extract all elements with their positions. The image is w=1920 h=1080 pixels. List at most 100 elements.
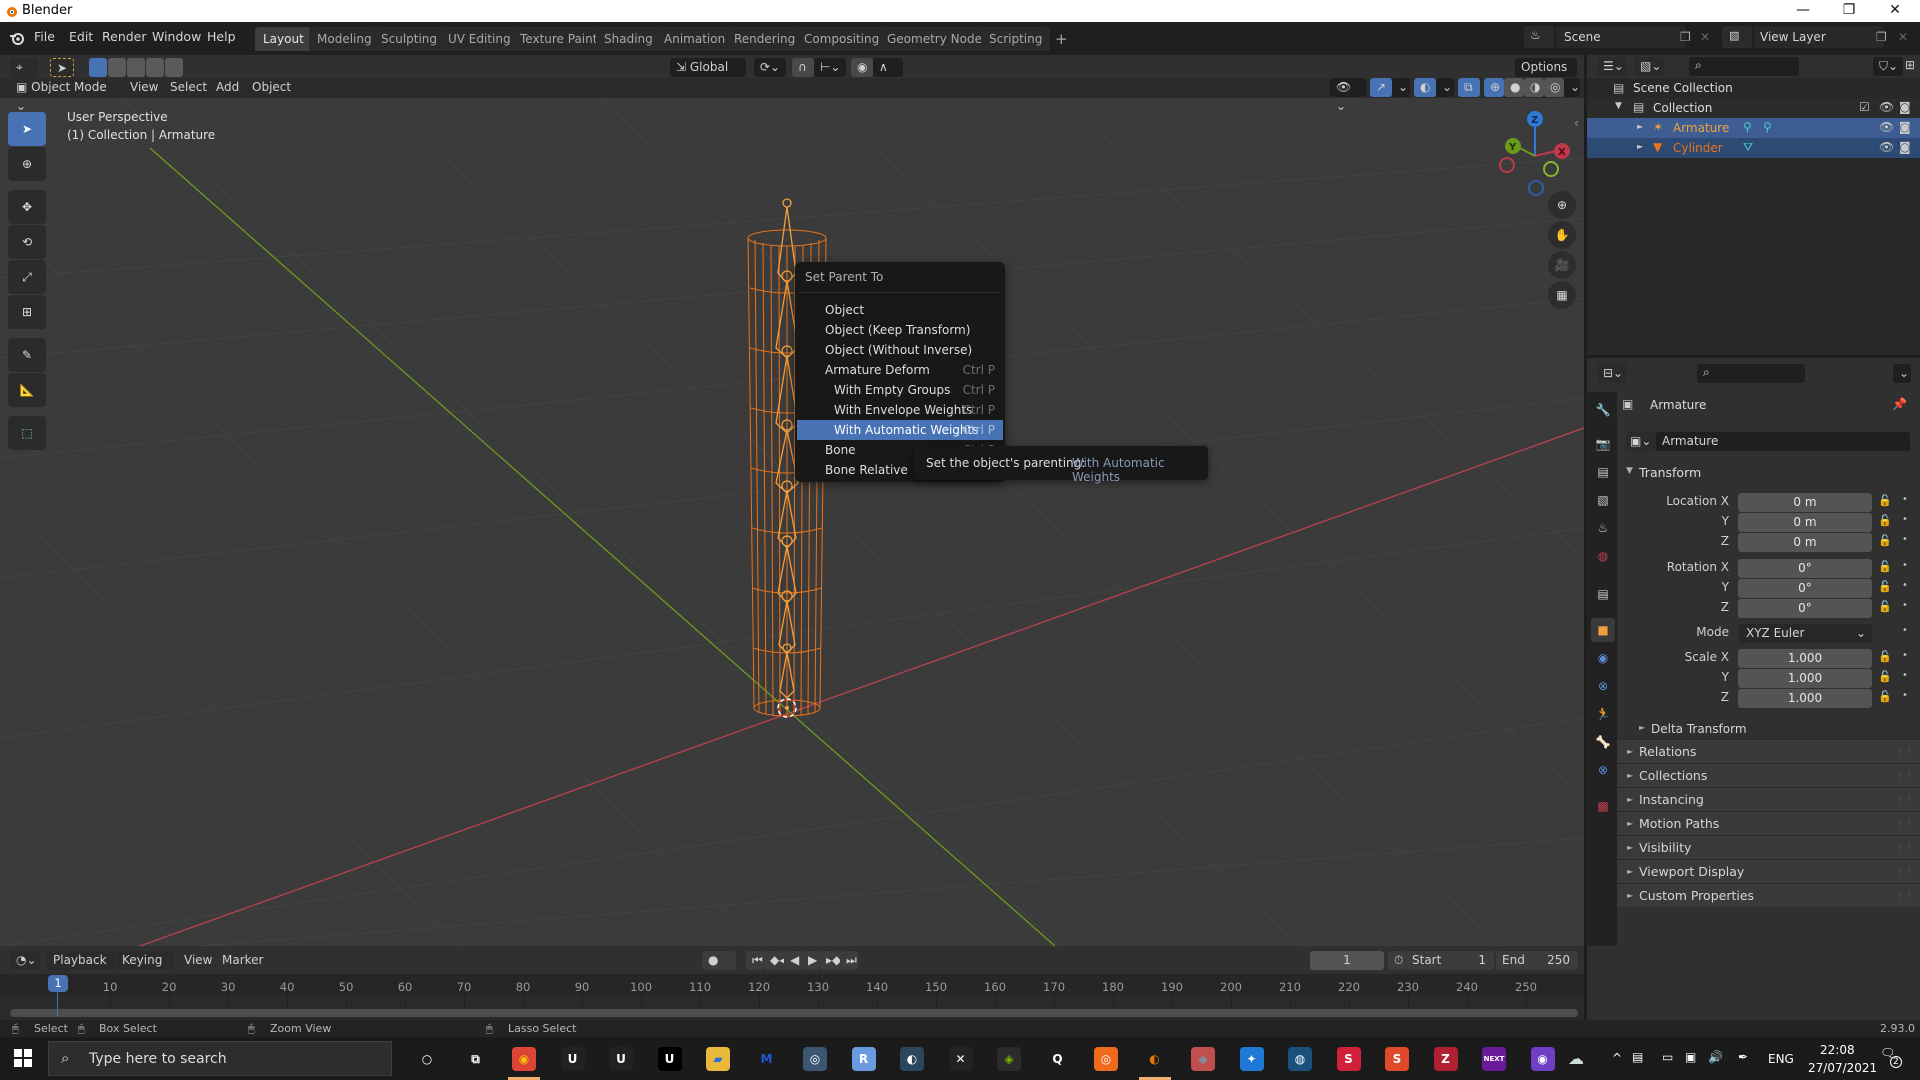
display-icon[interactable]: ▣ xyxy=(1685,1050,1696,1064)
editor-type-button[interactable]: ⌖ xyxy=(10,58,38,77)
menu-item-object-keep-transform[interactable]: Object (Keep Transform) xyxy=(797,320,1003,340)
clock-date[interactable]: 27/07/2021 xyxy=(1808,1061,1877,1075)
panel-instancing[interactable]: ► Instancing ⋮⋮ xyxy=(1617,787,1920,811)
menu-item-object-without-inverse[interactable]: Object (Without Inverse) xyxy=(797,340,1003,360)
properties-options-dropdown[interactable]: ⌄ xyxy=(1893,364,1911,383)
expand-collection-icon[interactable]: ▼ xyxy=(1615,101,1622,111)
panel-relations[interactable]: ► Relations ⋮⋮ xyxy=(1617,739,1920,763)
select-mode-subtract[interactable] xyxy=(127,58,145,77)
lock-icon[interactable]: 🔓 xyxy=(1878,494,1892,507)
panel-visibility[interactable]: ► Visibility ⋮⋮ xyxy=(1617,835,1920,859)
menu-help[interactable]: Help xyxy=(207,29,236,44)
taskbar-app-blender[interactable]: ◐ xyxy=(1143,1047,1167,1071)
auto-keying-toggle[interactable]: ● ⌄ xyxy=(702,951,736,986)
maximize-button[interactable]: ❐ xyxy=(1826,0,1872,22)
menu-file[interactable]: File xyxy=(34,29,55,44)
filter-dropdown[interactable]: ⛉⌄ xyxy=(1873,57,1903,76)
lock-icon[interactable]: 🔓 xyxy=(1878,560,1892,573)
clock-time[interactable]: 22:08 xyxy=(1820,1043,1855,1057)
taskbar-app-unreal-2[interactable]: U xyxy=(609,1047,633,1071)
keyframe-dot-icon[interactable]: • xyxy=(1902,625,1908,636)
render-camera-icon[interactable]: ◙ xyxy=(1899,100,1911,114)
overlays-toggle[interactable]: ◐ xyxy=(1414,78,1436,97)
jump-start-button[interactable]: ⏮ xyxy=(746,951,764,970)
jump-end-button[interactable]: ⏭ xyxy=(840,951,858,970)
taskbar-app-substance-painter[interactable]: S xyxy=(1336,1047,1361,1071)
menu-item-with-envelope-weights[interactable]: With Envelope Weights Ctrl P xyxy=(797,400,1003,420)
windows-start-button[interactable] xyxy=(14,1049,32,1067)
playhead-frame[interactable]: 1 xyxy=(48,975,68,992)
tool-rotate[interactable]: ⟲ xyxy=(8,225,46,259)
scale-y-field[interactable]: 1.000 xyxy=(1738,669,1872,688)
show-hidden-icons[interactable]: ^ xyxy=(1612,1051,1622,1065)
view-layer-name-field[interactable]: View Layer xyxy=(1754,26,1884,48)
outliner-row-scene-collection[interactable]: ▤ Scene Collection xyxy=(1587,78,1920,98)
zoom-view-button[interactable]: ⊕ xyxy=(1548,191,1576,219)
tab-view-layer[interactable]: ▧ xyxy=(1591,488,1615,512)
falloff-dropdown[interactable]: ∧ xyxy=(873,58,903,77)
tab-world[interactable]: ◍ xyxy=(1591,544,1615,568)
taskbar-app-github[interactable]: ◉ xyxy=(1530,1047,1555,1071)
tab-scene[interactable]: ♨ xyxy=(1591,516,1615,540)
outliner-row-armature[interactable]: ► ✶ Armature ⚲ ⚲ 👁 ◙ xyxy=(1587,118,1920,138)
outliner-row-collection[interactable]: ▼ ▤ Collection ☑ 👁 ◙ xyxy=(1587,98,1920,118)
taskbar-app-next[interactable]: NEXT xyxy=(1482,1047,1506,1071)
tool-measure[interactable]: 📐 xyxy=(8,373,46,407)
mode-dropdown[interactable]: ▣ Object Mode ⌄ xyxy=(10,78,118,113)
keyframe-dot-icon[interactable]: • xyxy=(1902,514,1908,525)
meet-now-icon[interactable]: ▭ xyxy=(1662,1050,1673,1064)
marker-menu[interactable]: Marker xyxy=(216,951,269,970)
action-center-button[interactable]: 🗨 2 xyxy=(1880,1046,1902,1068)
start-frame-field[interactable]: Start 1 xyxy=(1406,951,1494,970)
language-indicator[interactable]: ENG xyxy=(1768,1052,1794,1066)
tab-bone[interactable]: 🦴 xyxy=(1591,730,1615,754)
select-mode-extend[interactable] xyxy=(108,58,126,77)
preview-range-toggle[interactable]: ⏱ xyxy=(1388,951,1406,970)
panel-collections[interactable]: ► Collections ⋮⋮ xyxy=(1617,763,1920,787)
taskbar-app-cortana[interactable]: ○ xyxy=(415,1047,439,1071)
timeline-editor-type[interactable]: ◔⌄ xyxy=(10,951,40,970)
toggle-ortho-button[interactable]: ▦ xyxy=(1548,281,1576,309)
tab-constraints[interactable]: ⊗ xyxy=(1591,674,1615,698)
outliner-row-cylinder[interactable]: ► ▼ Cylinder ⛛ 👁 ◙ xyxy=(1587,138,1920,158)
tab-texture[interactable]: ▩ xyxy=(1591,794,1615,818)
view-layer-selector[interactable]: ▧ xyxy=(1722,26,1752,48)
properties-search-input[interactable]: ⌕ xyxy=(1697,364,1805,383)
pen-icon[interactable]: ✒ xyxy=(1738,1050,1748,1064)
panel-custom-properties[interactable]: ► Custom Properties ⋮⋮ xyxy=(1617,883,1920,907)
display-mode-dropdown[interactable]: ▧⌄ xyxy=(1634,57,1664,76)
object-name-field[interactable]: Armature xyxy=(1656,432,1910,451)
menu-item-object[interactable]: Object xyxy=(797,300,1003,320)
menu-item-with-automatic-weights[interactable]: With Automatic Weights Ctrl P xyxy=(797,420,1003,440)
tool-move[interactable]: ✥ xyxy=(8,190,46,224)
taskbar-app-unreal-3[interactable]: U xyxy=(657,1047,682,1071)
overlays-dropdown[interactable]: ⌄ xyxy=(1436,78,1454,97)
playback-menu[interactable]: Playback ⌄ xyxy=(47,951,115,986)
drag-handle-icon[interactable]: ⋮⋮ xyxy=(1896,764,1914,788)
tab-render[interactable]: 📷 xyxy=(1591,432,1615,456)
render-camera-icon[interactable]: ◙ xyxy=(1899,120,1911,134)
delta-transform-subpanel[interactable]: ► Delta Transform xyxy=(1637,720,1920,740)
menu-window[interactable]: Window xyxy=(152,29,201,44)
shading-dropdown[interactable]: ⌄ xyxy=(1564,78,1580,97)
lock-icon[interactable]: 🔓 xyxy=(1878,580,1892,593)
gizmo-dropdown[interactable]: ⌄ xyxy=(1392,78,1410,97)
outliner-search-input[interactable]: ⌕ xyxy=(1689,57,1799,76)
keyframe-dot-icon[interactable]: • xyxy=(1902,560,1908,571)
tool-transform[interactable]: ⊞ xyxy=(8,295,46,329)
taskbar-app-app-globe[interactable]: ◍ xyxy=(1288,1047,1312,1071)
tab-layout[interactable]: Layout xyxy=(255,27,312,51)
keyframe-dot-icon[interactable]: • xyxy=(1902,534,1908,545)
outliner-editor-type[interactable]: ☰⌄ xyxy=(1597,57,1627,76)
location-y-field[interactable]: 0 m xyxy=(1738,513,1872,532)
timeline-scrollbar[interactable] xyxy=(10,1009,1578,1017)
keyframe-dot-icon[interactable]: • xyxy=(1902,494,1908,505)
rotation-y-field[interactable]: 0° xyxy=(1738,579,1872,598)
pan-view-button[interactable]: ✋ xyxy=(1548,221,1576,249)
taskbar-app-r-app[interactable]: R xyxy=(851,1047,876,1071)
select-mode-new[interactable] xyxy=(89,58,107,77)
playhead-line[interactable] xyxy=(57,992,58,1017)
tab-texture-paint[interactable]: Texture Paint xyxy=(512,27,606,51)
drag-handle-icon[interactable]: ⋮⋮ xyxy=(1896,860,1914,884)
snap-toggle[interactable]: ∩ xyxy=(792,58,814,77)
